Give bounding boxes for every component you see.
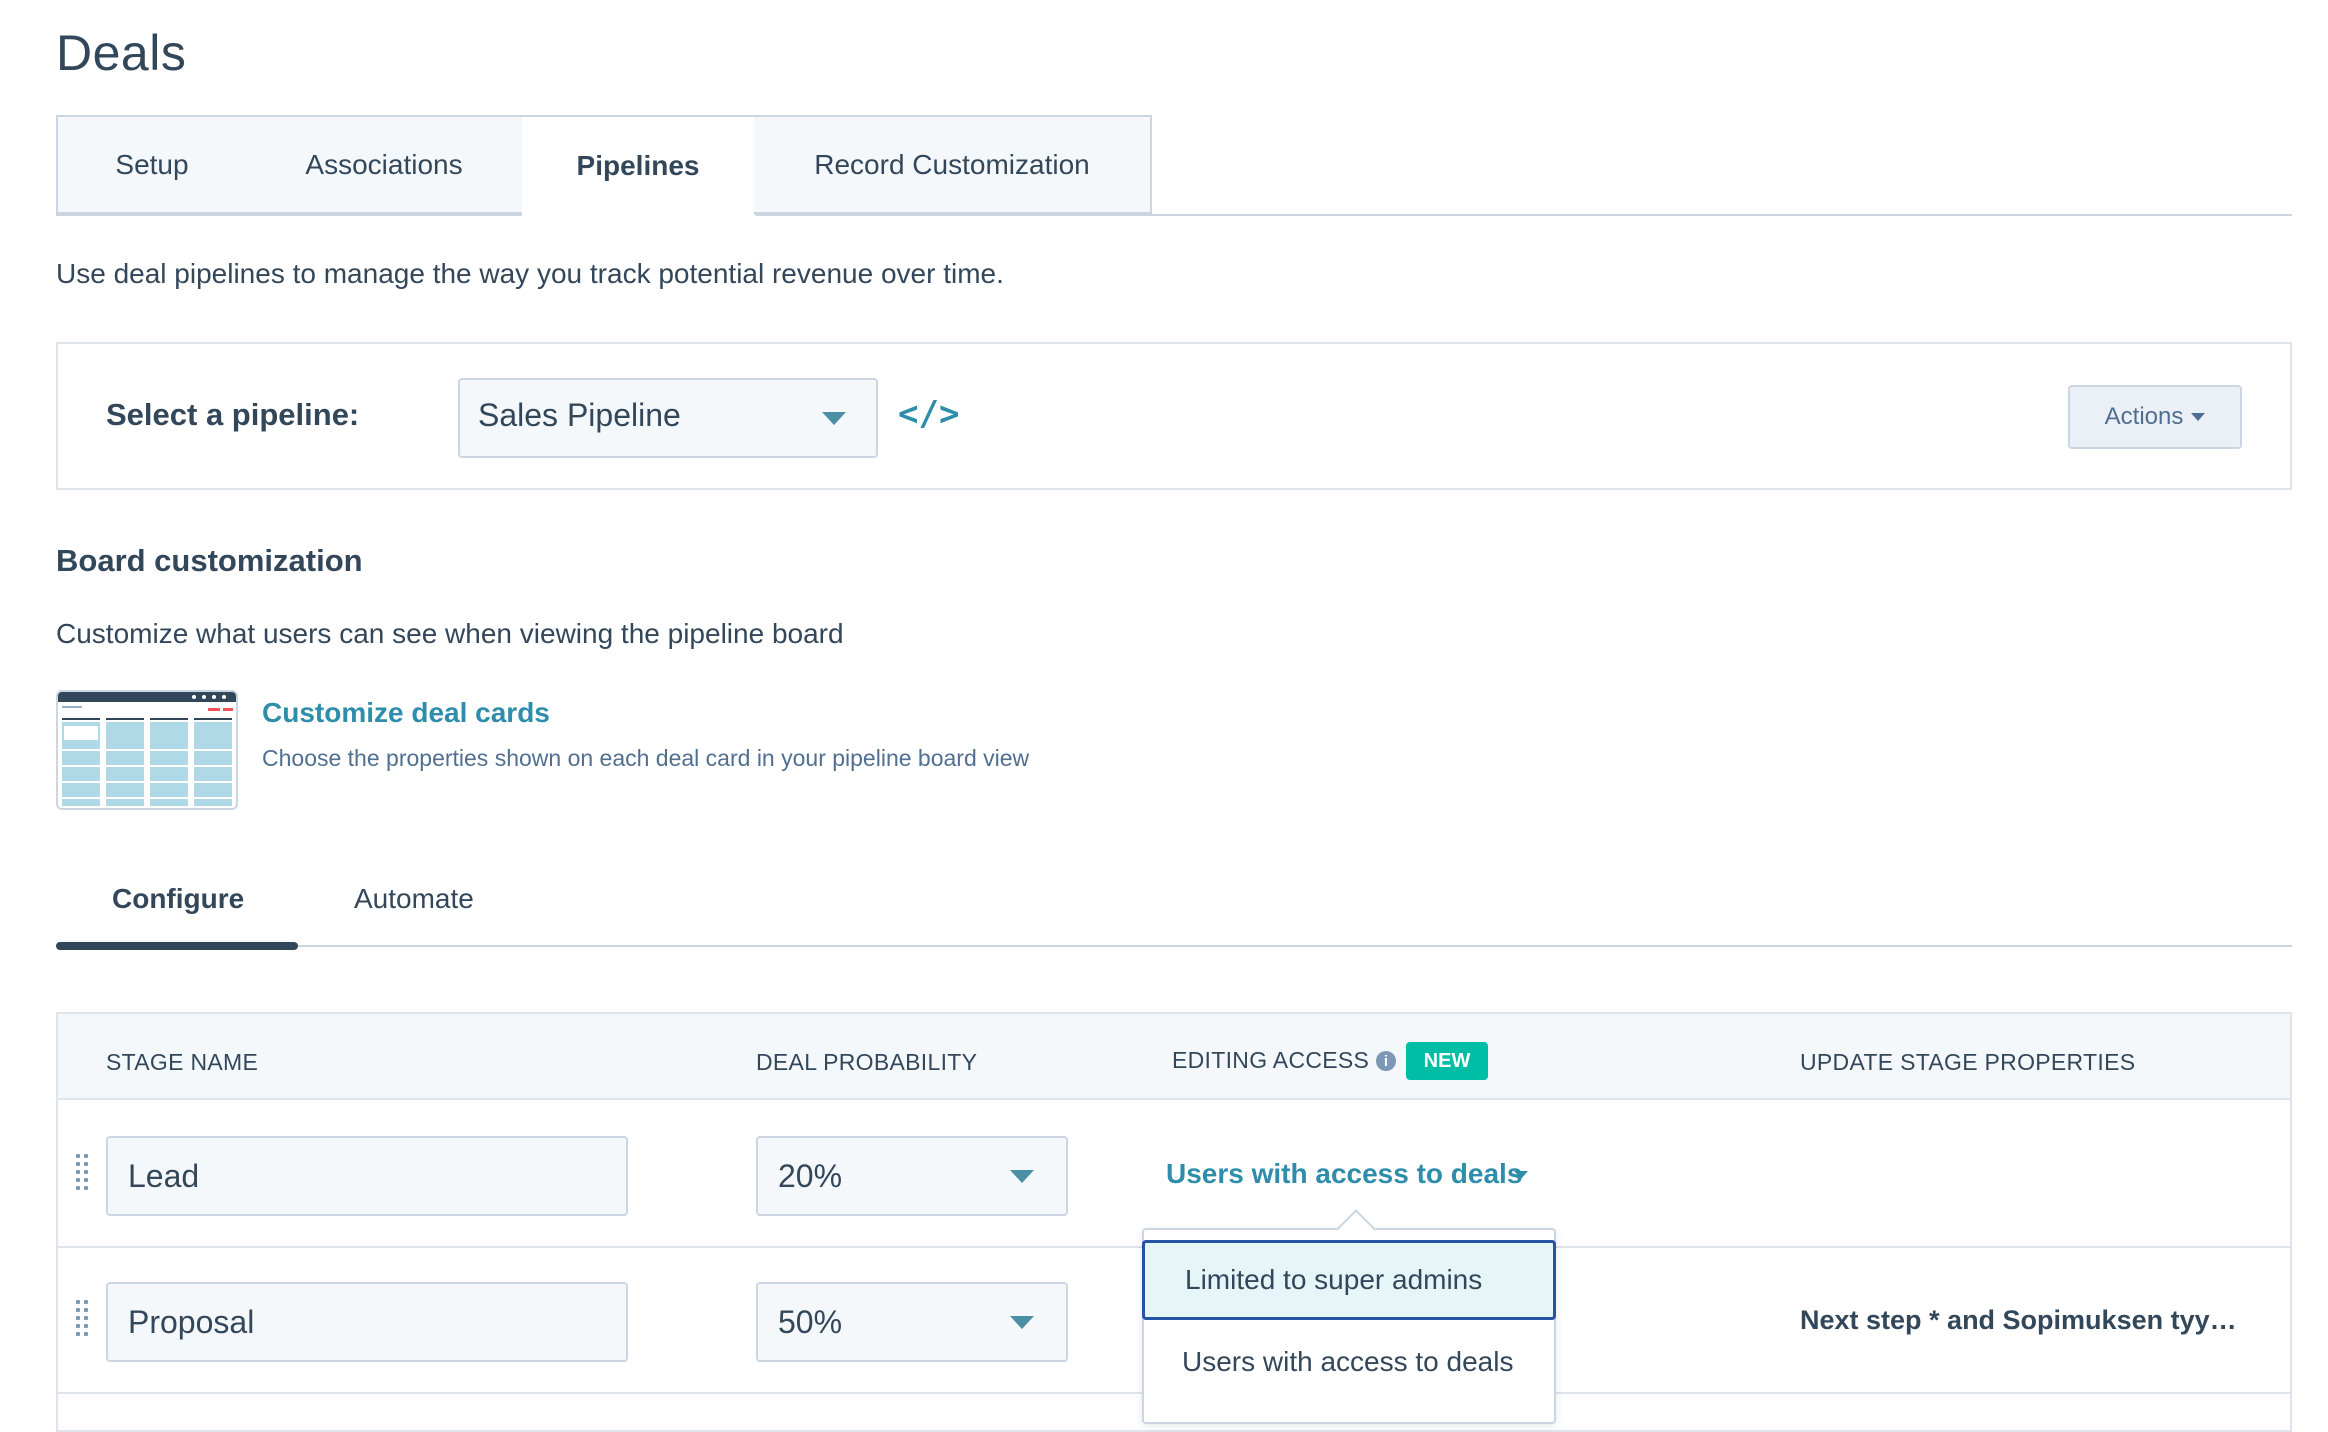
subtab-configure[interactable]: Configure bbox=[112, 883, 244, 915]
board-customization-title: Board customization bbox=[56, 543, 363, 578]
drag-handle-icon[interactable] bbox=[84, 1154, 94, 1198]
deal-cards-thumbnail-icon bbox=[56, 690, 238, 810]
code-icon[interactable]: </> bbox=[898, 394, 959, 434]
stage-name-input[interactable]: Lead bbox=[106, 1136, 628, 1216]
tab-label: Associations bbox=[305, 148, 463, 180]
chevron-down-icon bbox=[1010, 1170, 1034, 1183]
subtab-automate[interactable]: Automate bbox=[354, 883, 474, 915]
header-update-stage-properties: UPDATE STAGE PROPERTIES bbox=[1800, 1049, 2136, 1075]
probability-value: 20% bbox=[778, 1157, 843, 1194]
chevron-down-icon bbox=[2191, 413, 2206, 421]
stage-name-input[interactable]: Proposal bbox=[106, 1282, 628, 1362]
board-customization-description: Customize what users can see when viewin… bbox=[56, 618, 844, 649]
pipeline-select-value: Sales Pipeline bbox=[478, 397, 681, 433]
chevron-down-icon bbox=[1514, 1171, 1528, 1179]
tab-setup[interactable]: Setup bbox=[56, 115, 248, 214]
actions-label: Actions bbox=[2104, 403, 2184, 430]
info-icon[interactable]: i bbox=[1376, 1051, 1396, 1071]
pipeline-selector-panel bbox=[56, 342, 2292, 490]
header-editing-access: EDITING ACCESS bbox=[1172, 1047, 1370, 1073]
menu-option-super-admins[interactable]: Limited to super admins bbox=[1142, 1240, 1556, 1320]
tab-label: Pipelines bbox=[576, 149, 700, 181]
stage-properties-link[interactable]: Next step * and Sopimuksen tyy… bbox=[1800, 1305, 2237, 1336]
subtabs-divider bbox=[56, 945, 2292, 947]
intro-text: Use deal pipelines to manage the way you… bbox=[56, 258, 1004, 289]
menu-option-users-with-access[interactable]: Users with access to deals bbox=[1142, 1322, 1556, 1402]
probability-value: 50% bbox=[778, 1303, 843, 1340]
select-pipeline-label: Select a pipeline: bbox=[106, 397, 360, 432]
drag-handle-icon[interactable] bbox=[84, 1300, 94, 1344]
customize-deal-cards-link[interactable]: Customize deal cards bbox=[262, 697, 550, 729]
editing-access-dropdown[interactable]: Users with access to deals bbox=[1166, 1158, 1522, 1190]
tab-label: Record Customization bbox=[814, 148, 1090, 180]
page-title: Deals bbox=[56, 25, 187, 81]
chevron-down-icon bbox=[822, 412, 846, 425]
header-deal-probability: DEAL PROBABILITY bbox=[756, 1049, 978, 1075]
customize-deal-cards-description: Choose the properties shown on each deal… bbox=[262, 745, 1030, 771]
tab-label: Setup bbox=[115, 148, 189, 180]
actions-button[interactable]: Actions bbox=[2068, 385, 2242, 449]
active-subtab-indicator bbox=[56, 942, 298, 950]
tabs-divider bbox=[56, 214, 2292, 216]
new-badge: NEW bbox=[1406, 1042, 1488, 1080]
tab-associations[interactable]: Associations bbox=[246, 115, 524, 214]
tab-record-customization[interactable]: Record Customization bbox=[754, 115, 1152, 214]
chevron-down-icon bbox=[1010, 1316, 1034, 1329]
header-stage-name: STAGE NAME bbox=[106, 1049, 259, 1075]
tab-pipelines[interactable]: Pipelines bbox=[522, 115, 756, 216]
